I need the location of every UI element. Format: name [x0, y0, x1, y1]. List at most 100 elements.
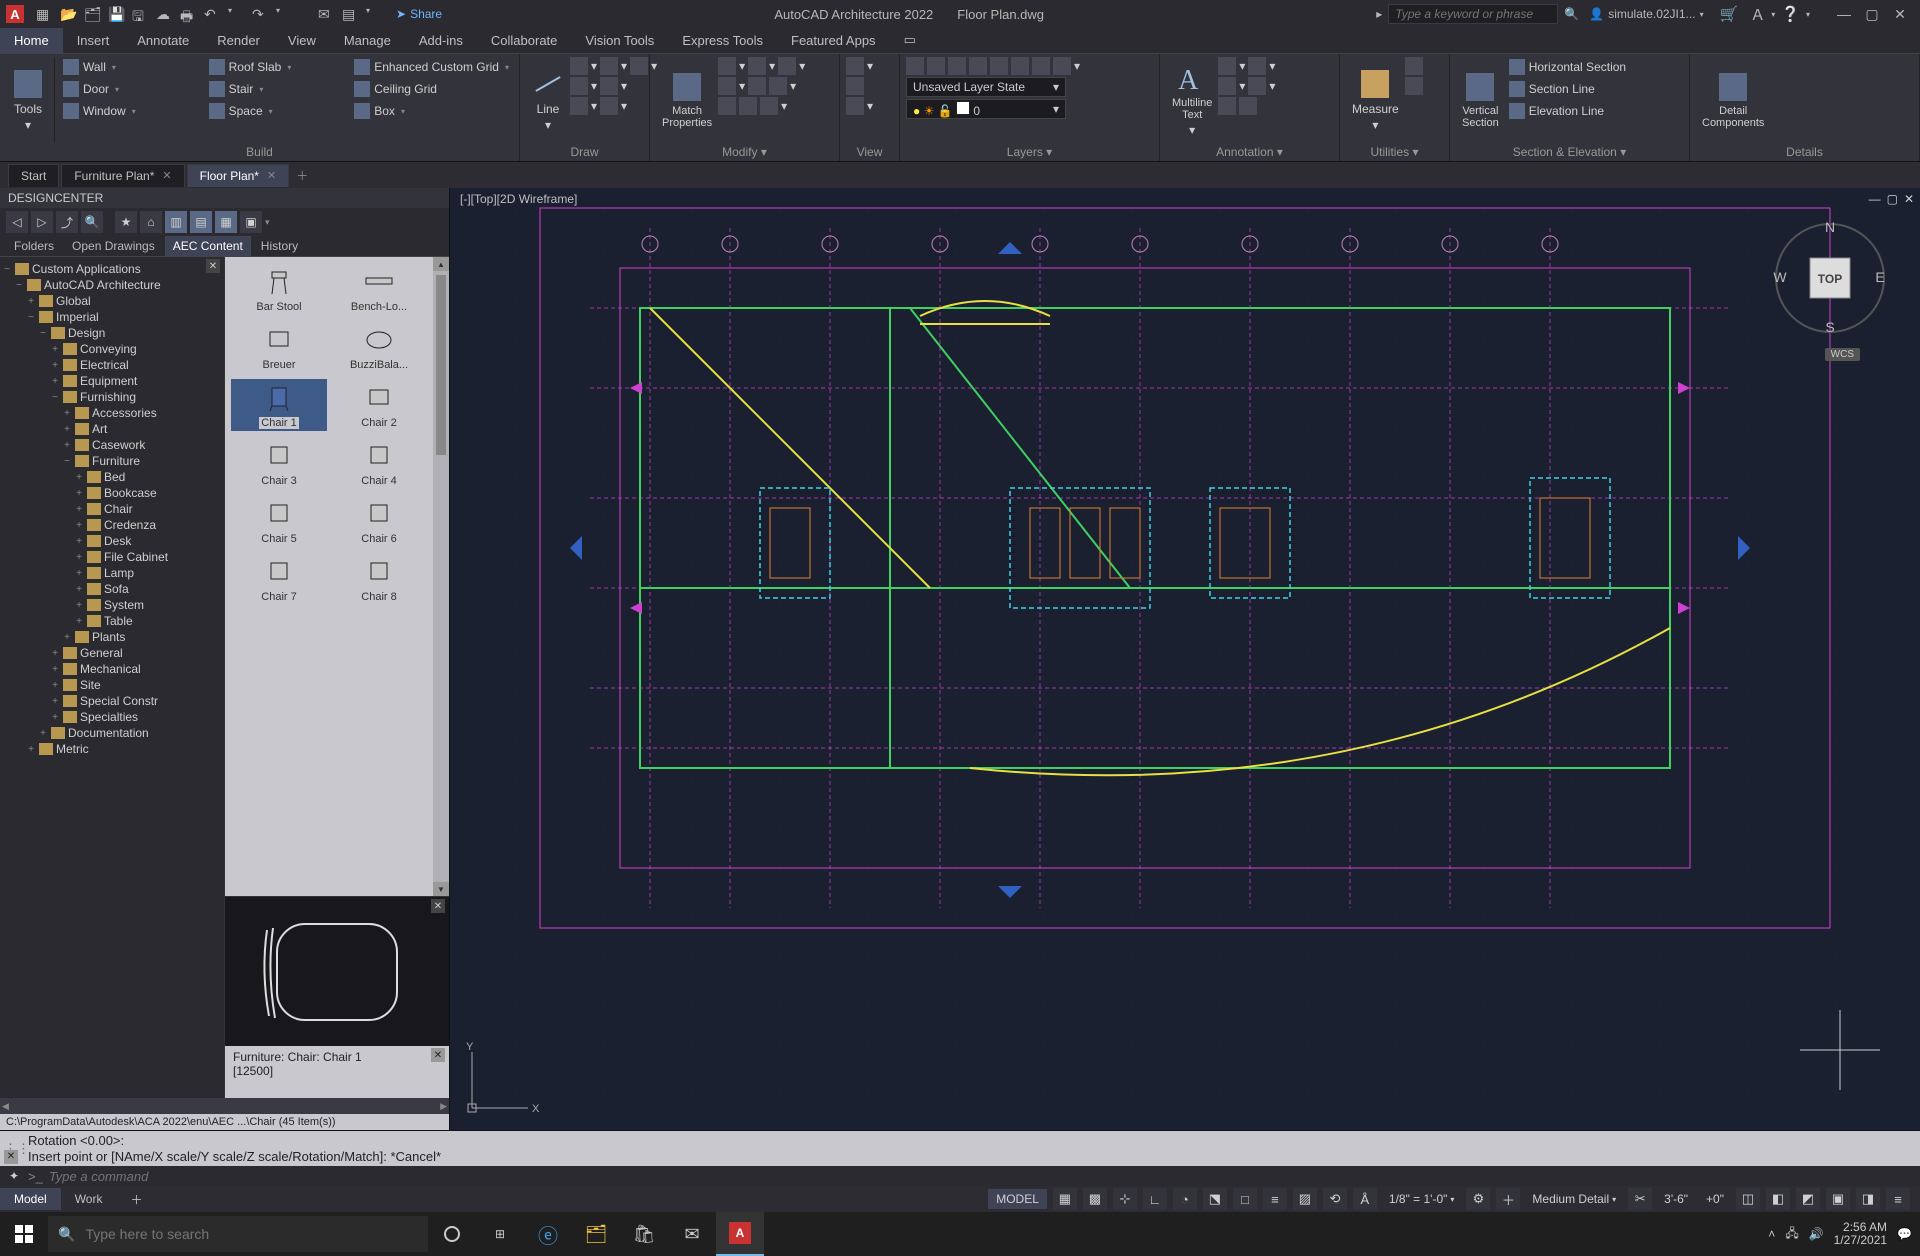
- pt-tree-icon[interactable]: ▥: [165, 211, 187, 233]
- ribbon-tab-vision[interactable]: Vision Tools: [571, 28, 668, 53]
- drawing-viewport[interactable]: [-][Top][2D Wireframe] — ▢ ✕ N S W E TOP…: [450, 188, 1920, 1130]
- hsection-button[interactable]: Horizontal Section: [1505, 57, 1683, 77]
- layer-state-dropdown[interactable]: Unsaved Layer State▾: [906, 77, 1066, 97]
- tray-notif-icon[interactable]: 💬: [1897, 1227, 1912, 1241]
- rotate-icon[interactable]: [748, 57, 766, 75]
- scroll-up-icon[interactable]: ▲: [433, 257, 449, 271]
- rect-icon[interactable]: [570, 77, 588, 95]
- user-account[interactable]: 👤 simulate.02JI1... ▾: [1589, 7, 1703, 21]
- qat-save-icon[interactable]: 💾: [107, 5, 125, 23]
- vp-close-icon[interactable]: ✕: [1904, 192, 1914, 206]
- view-b-icon[interactable]: [846, 77, 864, 95]
- wall-button[interactable]: Wall▾: [59, 57, 205, 77]
- item-chair4[interactable]: Chair 4: [331, 437, 427, 489]
- qat-saveas-icon[interactable]: 🖫: [131, 5, 149, 23]
- item-breuer[interactable]: Breuer: [231, 321, 327, 373]
- pt-fav-icon[interactable]: ★: [115, 211, 137, 233]
- item-bench[interactable]: Bench-Lo...: [331, 263, 427, 315]
- item-chair5[interactable]: Chair 5: [231, 495, 327, 547]
- dim-a-icon[interactable]: [1218, 57, 1236, 75]
- circle-icon[interactable]: [600, 57, 618, 75]
- sb-hw-icon[interactable]: ▣: [1826, 1188, 1850, 1210]
- sb-trans-icon[interactable]: ▨: [1293, 1188, 1317, 1210]
- edge-icon[interactable]: ⓔ: [524, 1212, 572, 1256]
- layer-e-icon[interactable]: [990, 57, 1008, 75]
- viewport-label[interactable]: [-][Top][2D Wireframe]: [460, 192, 577, 206]
- command-input[interactable]: [49, 1169, 1914, 1184]
- layer-h-icon[interactable]: [1053, 57, 1071, 75]
- polyline-icon[interactable]: [570, 57, 588, 75]
- stretch-icon[interactable]: [718, 97, 736, 115]
- store-icon[interactable]: 🛍: [620, 1212, 668, 1256]
- palette-tree[interactable]: ✕ −Custom Applications −AutoCAD Architec…: [0, 257, 225, 1098]
- sb-cycling-icon[interactable]: ⟲: [1323, 1188, 1347, 1210]
- item-buzzi[interactable]: BuzziBala...: [331, 321, 427, 373]
- tray-clock[interactable]: 2:56 AM 1/27/2021: [1834, 1221, 1887, 1247]
- doctab-add[interactable]: ＋: [291, 164, 313, 186]
- pt-home-icon[interactable]: ⌂: [140, 211, 162, 233]
- layout-model[interactable]: Model: [0, 1188, 61, 1210]
- arc-icon[interactable]: [630, 57, 648, 75]
- item-chair1[interactable]: Chair 1: [231, 379, 327, 431]
- tree-close-icon[interactable]: ✕: [206, 259, 220, 273]
- command-history[interactable]: ⋮⋮ ✕ Rotation <0.00>: Insert point or [N…: [0, 1131, 1920, 1166]
- minimize-button[interactable]: —: [1830, 6, 1858, 22]
- item-barstool[interactable]: Bar Stool: [231, 263, 327, 315]
- copy-icon[interactable]: [718, 77, 736, 95]
- match-button[interactable]: Match Properties: [656, 57, 718, 143]
- panel-modify-label[interactable]: Modify ▾: [656, 143, 833, 161]
- wcs-badge[interactable]: WCS: [1825, 348, 1860, 361]
- ptab-history[interactable]: History: [253, 236, 306, 256]
- pt-search-icon[interactable]: 🔍: [81, 211, 103, 233]
- explorer-icon[interactable]: 🗂: [572, 1212, 620, 1256]
- layer-g-icon[interactable]: [1032, 57, 1050, 75]
- layout-work[interactable]: Work: [61, 1188, 117, 1210]
- tree-hscrollbar[interactable]: ◀▶: [0, 1098, 449, 1114]
- cortana-icon[interactable]: [428, 1212, 476, 1256]
- palette-title[interactable]: DESIGNCENTER: [0, 188, 449, 208]
- close-icon[interactable]: ✕: [162, 169, 171, 182]
- ribbon-tab-home[interactable]: Home: [0, 28, 63, 53]
- qat-redo-chev[interactable]: ▾: [275, 5, 293, 23]
- pt-back-icon[interactable]: ◁: [6, 211, 28, 233]
- view-c-icon[interactable]: [846, 97, 864, 115]
- ecg-button[interactable]: Enhanced Custom Grid▾: [350, 57, 513, 77]
- tools-button[interactable]: Tools ▾: [6, 57, 50, 143]
- ribbon-tab-annotate[interactable]: Annotate: [123, 28, 203, 53]
- item-chair3[interactable]: Chair 3: [231, 437, 327, 489]
- util-b-icon[interactable]: [1405, 77, 1423, 95]
- arrow-right-icon[interactable]: ▸: [1376, 7, 1382, 21]
- panel-util-label[interactable]: Utilities ▾: [1346, 143, 1443, 161]
- mirror-icon[interactable]: [748, 77, 766, 95]
- sb-unit-icon[interactable]: ◫: [1736, 1188, 1760, 1210]
- qat-new-icon[interactable]: ▦: [35, 5, 53, 23]
- item-chair2[interactable]: Chair 2: [331, 379, 427, 431]
- qat-sheet-icon[interactable]: ▤: [341, 5, 359, 23]
- pt-fwd-icon[interactable]: ▷: [31, 211, 53, 233]
- ribbon-tab-featured[interactable]: Featured Apps: [777, 28, 890, 53]
- qat-mail-icon[interactable]: ✉: [317, 5, 335, 23]
- sb-cutplane[interactable]: 3'-6": [1658, 1192, 1694, 1206]
- layout-add[interactable]: ＋: [116, 1187, 144, 1212]
- qat-undo-icon[interactable]: ↶: [203, 5, 221, 23]
- item-chair7[interactable]: Chair 7: [231, 553, 327, 605]
- pt-up-icon[interactable]: ⤴: [56, 211, 78, 233]
- fillet-icon[interactable]: [769, 77, 787, 95]
- mail-icon[interactable]: ✉: [668, 1212, 716, 1256]
- hatch-icon[interactable]: [570, 97, 588, 115]
- eline-button[interactable]: Elevation Line: [1505, 101, 1683, 121]
- tray-up-icon[interactable]: ˄: [1768, 1227, 1775, 1241]
- autocad-task-icon[interactable]: A: [716, 1212, 764, 1256]
- sb-snap-icon[interactable]: ▩: [1083, 1188, 1107, 1210]
- sb-annoscale-icon[interactable]: Å: [1353, 1188, 1377, 1210]
- box-button[interactable]: Box▾: [350, 101, 513, 121]
- doctab-start[interactable]: Start: [8, 164, 59, 187]
- sb-model[interactable]: MODEL: [988, 1189, 1047, 1209]
- tray-vol-icon[interactable]: 🔊: [1809, 1227, 1824, 1241]
- content-scrollbar[interactable]: ▲ ▼: [433, 257, 449, 896]
- sb-custom-icon[interactable]: ≡: [1886, 1188, 1910, 1210]
- dim-b-icon[interactable]: [1248, 57, 1266, 75]
- ribbon-tab-collaborate[interactable]: Collaborate: [477, 28, 572, 53]
- sb-elev[interactable]: +0": [1700, 1192, 1730, 1206]
- sline-button[interactable]: Section Line: [1505, 79, 1683, 99]
